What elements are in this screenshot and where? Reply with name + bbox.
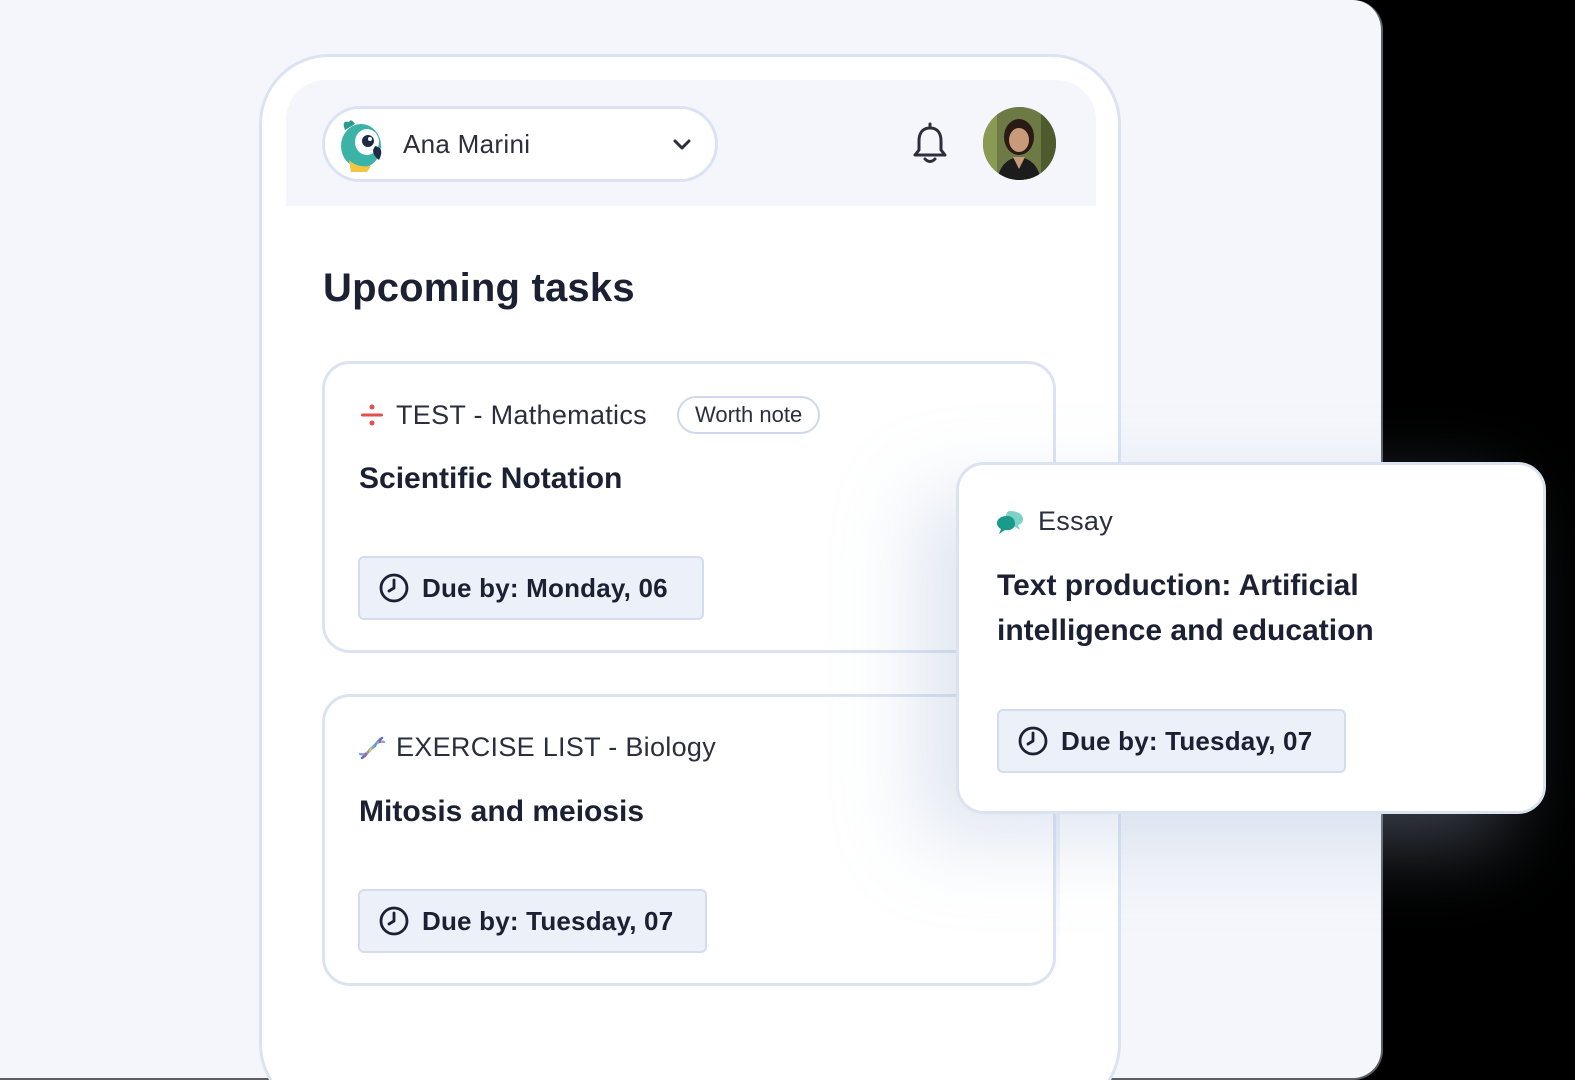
speech-bubbles-icon [997,510,1023,534]
task-title: Scientific Notation [359,462,623,495]
dna-icon [358,736,386,759]
due-date-text: Due by: Tuesday, 07 [422,905,674,936]
user-avatar[interactable] [983,107,1056,180]
chevron-down-icon[interactable] [671,133,693,155]
user-switcher[interactable]: Ana Marini [322,106,718,182]
due-date-text: Due by: Tuesday, 07 [1061,725,1313,756]
divide-icon [361,404,383,426]
task-header: EXERCISE LIST - Biology [358,732,716,763]
page-title: Upcoming tasks [323,266,635,310]
task-type: EXERCISE LIST - Biology [396,732,717,762]
user-name: Ana Marini [403,128,531,159]
parrot-mascot-icon [341,120,382,172]
due-date-chip: Due by: Tuesday, 07 [358,889,707,953]
task-title: Text production: Artificial intelligence… [997,569,1374,647]
task-header: Essay [996,506,1113,537]
due-date-text: Due by: Monday, 06 [422,572,668,603]
clock-icon [379,573,409,603]
due-date-chip: Due by: Monday, 06 [358,556,704,620]
clock-icon [1018,726,1048,756]
task-type: TEST - Mathematics [396,399,647,430]
worth-note-badge: Worth note [676,396,821,434]
bell-icon[interactable] [910,122,950,166]
due-date-chip: Due by: Tuesday, 07 [997,709,1346,773]
clock-icon [379,906,409,936]
task-type: Essay [1038,506,1114,536]
task-header: TEST - Mathematics Worth note [358,396,821,434]
task-title: Mitosis and meiosis [359,795,645,828]
